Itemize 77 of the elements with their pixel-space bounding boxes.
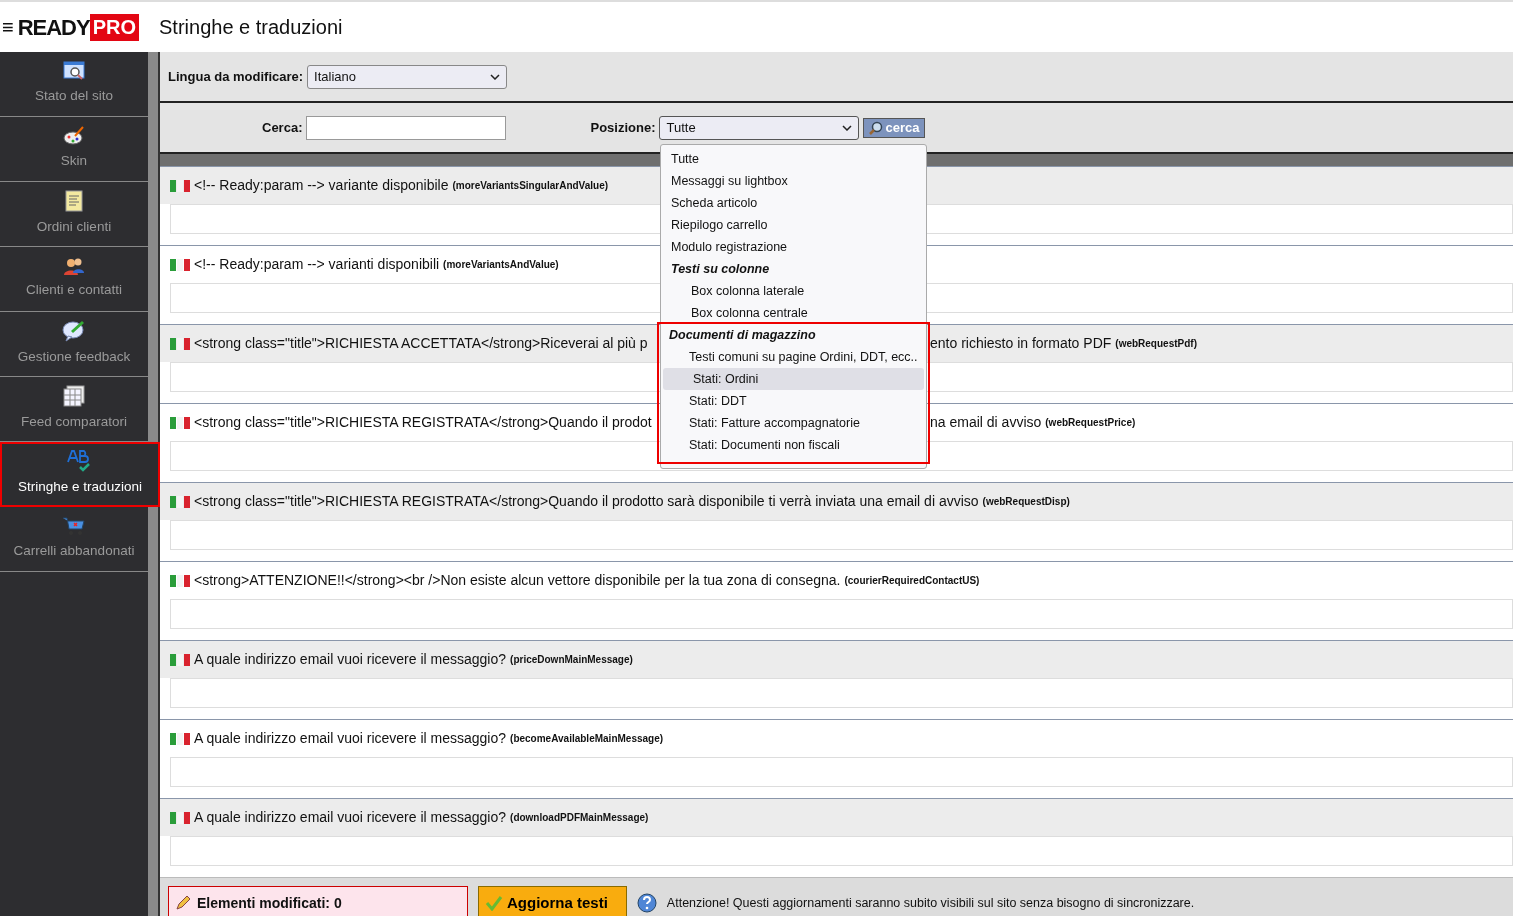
- translation-field[interactable]: [170, 520, 1513, 550]
- sidebar-item[interactable]: Stringhe e traduzioni: [0, 442, 160, 507]
- italian-flag-icon: [170, 258, 190, 271]
- chevron-down-icon: [842, 124, 853, 131]
- search-field[interactable]: [306, 115, 507, 140]
- string-label: A quale indirizzo email vuoi ricevere il messaggio?: [194, 729, 507, 748]
- string-label: ento richiesto in formato PDF: [930, 334, 1112, 353]
- string-key: (becomeAvailableMainMessage): [510, 731, 664, 746]
- checkmark-icon: [485, 895, 503, 911]
- italian-flag-icon: [170, 416, 190, 429]
- dropdown-option[interactable]: Stati: Fatture accompagnatorie: [659, 412, 924, 434]
- string-label: <!-- Ready:param --> variante disponibile: [194, 176, 449, 195]
- translation-field[interactable]: [170, 678, 1513, 708]
- string-key: (webRequestDisp): [982, 494, 1070, 509]
- field-label: Lingua da modificare:: [168, 67, 304, 86]
- document-icon: [65, 190, 83, 213]
- chevron-down-icon: [490, 73, 501, 80]
- modified-count: Elementi modificati: 0: [168, 886, 468, 916]
- language-select[interactable]: Italiano: [307, 64, 508, 89]
- string-label: na email di avviso: [930, 413, 1042, 432]
- dropdown-option[interactable]: Box colonna laterale: [661, 280, 922, 302]
- position-select[interactable]: Tutte: [659, 115, 860, 140]
- italian-flag-icon: [170, 732, 190, 745]
- string-label: <strong class="title">RICHIESTA REGISTRATA</strong>Quando il prodot: [194, 414, 652, 430]
- monitor-search-icon: [63, 61, 85, 82]
- page-title: Stringhe e traduzioni: [159, 15, 343, 40]
- option-group-label: Testi su colonne: [670, 260, 771, 278]
- string-label: <strong class="title">RICHIESTA REGISTRATA</strong>Quando il prodotto sarà disponibile ti verrà inviata una email di avviso: [194, 492, 979, 511]
- field-label: Posizione:: [590, 118, 656, 137]
- string-label: A quale indirizzo email vuoi ricevere il messaggio?: [194, 650, 507, 669]
- palette-icon: [63, 126, 85, 147]
- shopping-cart-icon: [62, 516, 86, 537]
- italian-flag-icon: [170, 811, 190, 824]
- string-label: <strong class="title">RICHIESTA ACCETTATA</strong>Riceverai al più p: [194, 335, 648, 351]
- option-group-label: Documenti di magazzino: [668, 326, 817, 344]
- translation-field[interactable]: [170, 836, 1513, 866]
- help-icon: [636, 893, 657, 913]
- string-key: (moreVariantsSingularAndValue): [452, 178, 609, 193]
- italian-flag-icon: [170, 337, 190, 350]
- spellcheck-icon: [67, 450, 93, 473]
- dropdown-option[interactable]: Box colonna centrale: [661, 302, 922, 324]
- dropdown-option[interactable]: Stati: DDT: [659, 390, 924, 412]
- translation-field[interactable]: [170, 757, 1513, 787]
- dropdown-option[interactable]: Scheda articolo: [661, 192, 922, 214]
- translation-field[interactable]: [170, 599, 1513, 629]
- dropdown-option[interactable]: Modulo registrazione: [661, 236, 922, 258]
- speech-bubble-icon: [62, 320, 86, 343]
- dropdown-option[interactable]: Messaggi su lightbox: [661, 170, 922, 192]
- italian-flag-icon: [170, 179, 190, 192]
- italian-flag-icon: [170, 574, 190, 587]
- dropdown-option[interactable]: Riepilogo carrello: [661, 214, 922, 236]
- logo-text: READY: [17, 13, 90, 42]
- string-label: <!-- Ready:param --> varianti disponibili: [194, 255, 440, 274]
- italian-flag-icon: [170, 495, 190, 508]
- string-key: (downloadPDFMainMessage): [510, 810, 649, 825]
- string-key: (webRequestPdf): [1115, 336, 1197, 351]
- dropdown-option[interactable]: Tutte: [661, 148, 922, 170]
- string-label: A quale indirizzo email vuoi ricevere il messaggio?: [194, 808, 507, 827]
- string-key: (courierRequiredContactUS): [844, 573, 980, 588]
- menu-icon[interactable]: ≡: [0, 12, 14, 42]
- dropdown-option[interactable]: Stati: Documenti non fiscali: [659, 434, 924, 456]
- string-key: (moreVariantsAndValue): [443, 257, 559, 272]
- users-icon: [63, 257, 85, 276]
- table-icon: [63, 385, 85, 408]
- dropdown-option[interactable]: Testi comuni su pagine Ordini, DDT, ecc..: [659, 346, 924, 368]
- notice-text: Attenzione! Questi aggiornamenti saranno subito visibili sul sito senza bisogno di sincronizzare.: [666, 894, 1195, 912]
- string-key: (webRequestPrice): [1045, 415, 1136, 430]
- pencil-icon: [175, 895, 191, 911]
- string-key: (priceDownMainMessage): [510, 652, 633, 667]
- scrollbar[interactable]: [148, 52, 158, 916]
- field-label: Cerca:: [262, 118, 303, 137]
- italian-flag-icon: [170, 653, 190, 666]
- logo-badge: PRO: [89, 13, 140, 41]
- search-icon: [869, 120, 884, 135]
- string-label: <strong>ATTENZIONE!!</strong><br />Non esiste alcun vettore disponibile per la tua zona di consegna.: [194, 571, 841, 590]
- update-button[interactable]: Aggiorna testi: [478, 886, 627, 916]
- dropdown-option[interactable]: Stati: Ordini: [663, 368, 924, 390]
